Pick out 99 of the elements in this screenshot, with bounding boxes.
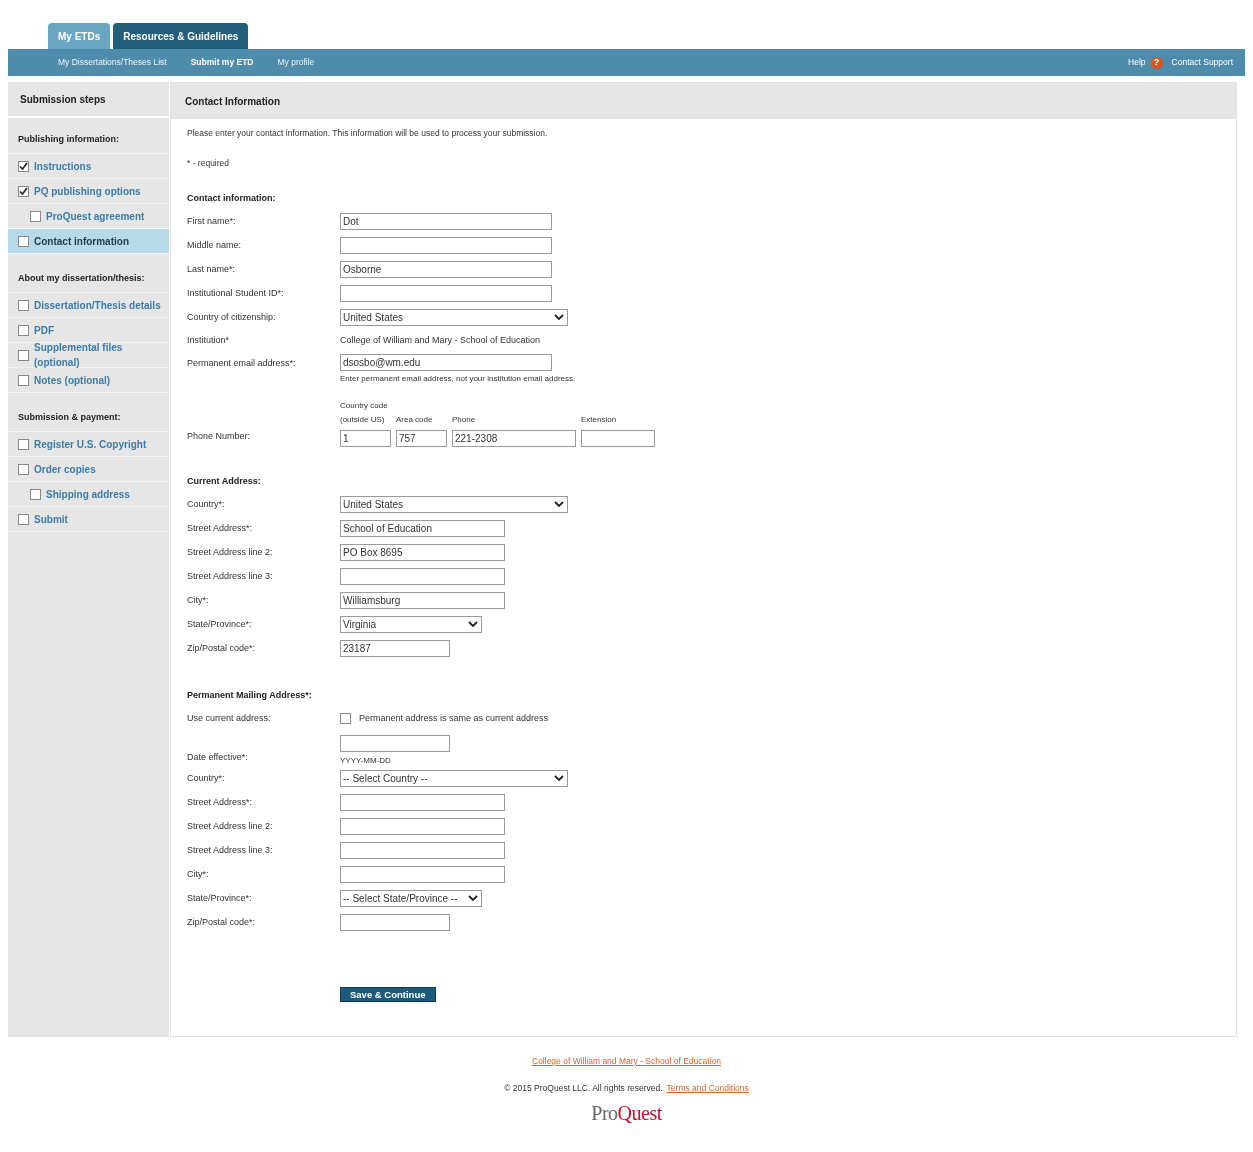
input-field[interactable]: Osborne [340,261,552,278]
field-label: Street Address line 3: [187,569,274,583]
field-label: Street Address*: [187,521,254,535]
input-field[interactable]: dsosbo@wm.edu [340,353,552,371]
email-hint: Enter permanent email address, not your institution email address. [340,372,576,385]
field-label: Street Address line 3: [187,843,274,857]
input-field[interactable] [340,568,505,585]
copyright-text: © 2015 ProQuest LLC. All rights reserved. [504,1081,663,1095]
select-dropdown[interactable]: -- Select Country -- [340,770,568,787]
field-label: Street Address line 2: [187,819,274,833]
institution-link[interactable]: College of William and Mary - School of Education [532,1055,721,1068]
field-label: Middle name: [187,238,243,252]
chevron-down-icon [554,314,564,321]
checkbox[interactable] [18,513,29,525]
chevron-down-icon [554,501,564,508]
checkbox[interactable] [18,299,29,311]
input-field[interactable]: 23187 [340,640,450,657]
tab[interactable]: My ETDs [48,23,111,49]
nav-link[interactable]: My Dissertations/Theses List [58,56,167,69]
terms-link[interactable]: Terms and Conditions [666,1081,749,1095]
section-heading: Permanent Mailing Address*: [187,688,313,702]
chevron-down-icon [468,621,478,628]
save-continue-button[interactable]: Save & Continue [340,986,436,1002]
input-field[interactable]: Dot [340,213,552,230]
field-label: Phone Number: [187,430,252,443]
phone-caption: Extension [581,413,618,426]
field-label: Country*: [187,771,226,785]
field-label: Street Address line 2: [187,545,274,559]
input-field[interactable]: PO Box 8695 [340,544,505,561]
field-label: Institution* [187,333,231,347]
input-field[interactable]: 221-2308 [452,429,576,447]
input-field[interactable] [340,794,505,811]
date-format-hint: YYYY-MM-DD [340,754,392,767]
input-field[interactable] [340,842,505,859]
help-link[interactable]: Help [1128,56,1146,69]
field-label: Date effective*: [187,751,249,764]
field-label: State/Province*: [187,891,253,905]
proquest-logo: ProQuest [591,1102,662,1123]
chevron-down-icon [554,775,564,782]
phone-caption: Area code [396,413,434,426]
phone-caption: Phone [452,413,477,426]
input-field[interactable] [340,285,552,302]
panel-title: Contact Information [171,83,1236,119]
input-field[interactable] [340,818,505,835]
section-heading: Current Address: [187,474,262,488]
checkbox-label: Permanent address is same as current address [359,711,549,725]
select-dropdown[interactable]: United States [340,309,568,326]
input-field[interactable]: School of Education [340,520,505,537]
checkbox[interactable] [18,324,29,336]
checkbox[interactable] [18,185,29,197]
nav-link[interactable]: Submit my ETD [190,56,254,69]
input-field[interactable]: 757 [396,429,447,447]
section-heading: Contact information: [187,191,277,205]
input-field[interactable] [340,866,505,883]
field-label: Zip/Postal code*: [187,915,257,929]
chevron-down-icon [468,895,478,902]
input-field[interactable] [340,237,552,254]
checkbox[interactable] [18,374,29,386]
institution-value: College of William and Mary - School of Education [340,333,541,347]
sidebar-title: Submission steps [8,82,169,118]
tab[interactable]: Resources & Guidelines [113,23,249,49]
field-label: Street Address*: [187,795,254,809]
field-label: Country*: [187,497,226,511]
select-dropdown[interactable]: United States [340,496,568,513]
field-label: Zip/Postal code*: [187,641,257,655]
field-label: City*: [187,867,210,881]
sidebar-item[interactable]: Supplemental files (optional) [8,343,169,368]
help-icon[interactable]: ? [1150,56,1163,69]
contact-support-link[interactable]: Contact Support [1171,56,1233,69]
required-note: * - required [187,156,231,170]
intro-text: Please enter your contact information. This information will be used to process your submission. [187,127,549,140]
checkbox[interactable] [18,160,29,172]
field-label: City*: [187,593,210,607]
select-dropdown[interactable]: Virginia [340,616,482,633]
input-field[interactable] [340,914,450,931]
field-label: State/Province*: [187,617,253,631]
checkmark-icon [19,186,28,196]
phone-caption: Country code (outside US) [340,399,389,426]
checkbox[interactable] [18,349,29,361]
input-field[interactable]: Williamsburg [340,592,505,609]
sidebar-item[interactable]: Contact information [8,229,169,254]
select-dropdown[interactable]: -- Select State/Province -- [340,890,482,907]
input-field[interactable]: 1 [340,429,391,447]
checkbox[interactable] [340,713,351,724]
checkbox[interactable] [18,438,29,450]
nav-link[interactable]: My profile [277,56,315,69]
checkbox[interactable] [18,235,29,247]
input-field[interactable] [340,734,450,752]
field-label: First name*: [187,214,237,228]
checkbox[interactable] [30,488,41,500]
field-label: Permanent email address*: [187,356,297,370]
checkbox[interactable] [30,210,41,222]
field-label: Institutional Student ID*: [187,286,285,300]
input-field[interactable] [581,429,655,447]
field-label: Use current address: [187,711,272,725]
field-label: Last name*: [187,262,237,276]
checkmark-icon [19,161,28,171]
field-label: Country of citizenship: [187,310,277,324]
checkbox[interactable] [18,463,29,475]
